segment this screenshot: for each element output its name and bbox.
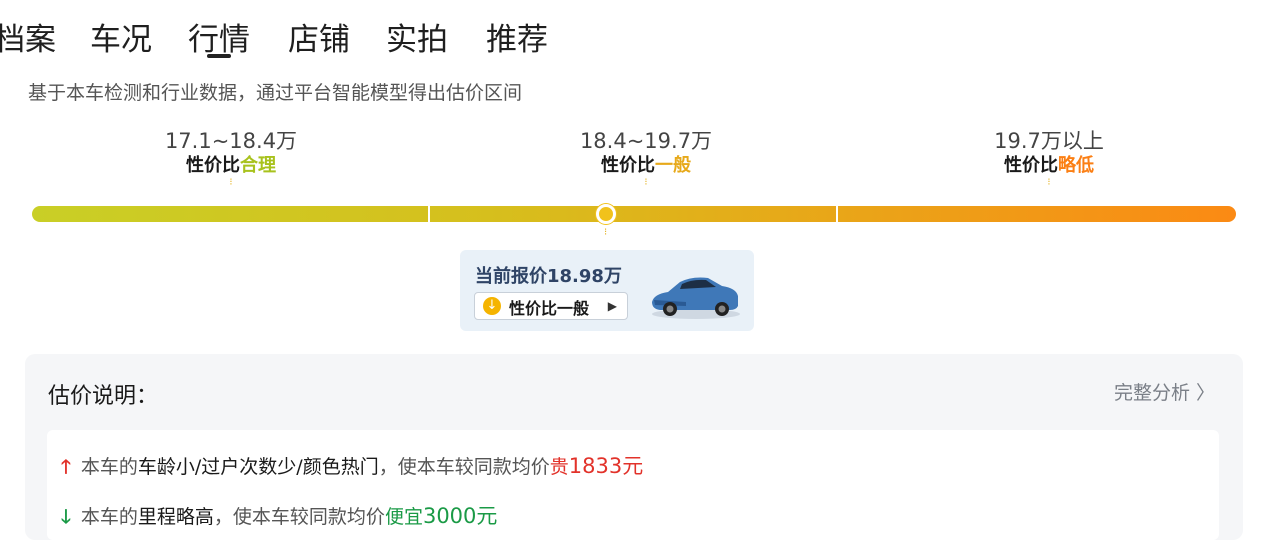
reason-item: 🡓 本车的里程略高，使本车较同款均价便宜3000元 xyxy=(61,504,498,528)
valuation-explanation: 估价说明： 完整分析 〉 🡑 本车的车龄小/过户次数少/颜色热门，使本车较同款均价… xyxy=(25,354,1243,540)
car-image xyxy=(652,277,740,319)
tab-condition[interactable]: 车况 xyxy=(90,14,152,59)
segment-rating: 性价比合理 xyxy=(186,155,276,176)
arrow-up-icon: 🡑 xyxy=(61,456,71,478)
valuation-subtitle: 基于本车检测和行业数据，通过平台智能模型得出估价区间 xyxy=(28,82,523,104)
tab-market[interactable]: 行情 xyxy=(188,14,250,59)
price-range-bar xyxy=(32,206,1236,222)
segment-pointer: ⁝ xyxy=(229,177,233,188)
segment-rating: 性价比一般 xyxy=(601,155,691,176)
current-price-card: 当前报价18.98万 ↓ 性价比一般 ▶ xyxy=(460,250,754,331)
segment-rating: 性价比略低 xyxy=(1004,155,1094,176)
segment-average: 18.4~19.7万 性价比一般 ⁝ xyxy=(536,128,756,188)
arrow-down-icon: 🡓 xyxy=(61,506,71,528)
segment-pointer: ⁝ xyxy=(644,177,648,188)
range-divider xyxy=(428,206,430,222)
down-circle-icon: ↓ xyxy=(483,297,501,315)
full-analysis-link[interactable]: 完整分析 〉 xyxy=(1114,378,1215,405)
explanation-title: 估价说明： xyxy=(48,384,159,409)
reason-item: 🡑 本车的车龄小/过户次数少/颜色热门，使本车较同款均价贵1833元 xyxy=(61,454,644,478)
segment-low: 19.7万以上 性价比略低 ⁝ xyxy=(939,128,1159,188)
value-rating-button[interactable]: ↓ 性价比一般 ▶ xyxy=(474,292,628,320)
segment-pointer: ⁝ xyxy=(1047,177,1051,188)
tab-photos[interactable]: 实拍 xyxy=(386,14,448,59)
segment-reasonable: 17.1~18.4万 性价比合理 ⁝ xyxy=(121,128,341,188)
segment-range: 17.1~18.4万 xyxy=(164,129,298,153)
current-price-marker xyxy=(596,204,616,224)
tab-recommend[interactable]: 推荐 xyxy=(486,14,548,59)
active-tab-indicator xyxy=(207,54,231,58)
reason-list: 🡑 本车的车龄小/过户次数少/颜色热门，使本车较同款均价贵1833元 🡓 本车的里程… xyxy=(47,430,1219,540)
current-price: 当前报价18.98万 xyxy=(475,266,622,287)
value-rating-label: 性价比一般 xyxy=(509,299,590,318)
range-divider xyxy=(836,206,838,222)
segment-range: 18.4~19.7万 xyxy=(579,129,713,153)
tab-shop[interactable]: 店铺 xyxy=(288,14,350,59)
triangle-right-icon: ▶ xyxy=(607,299,617,313)
marker-pointer: ⁝ xyxy=(604,227,608,238)
tab-profile[interactable]: 档案 xyxy=(0,14,56,59)
segment-range: 19.7万以上 xyxy=(994,129,1104,153)
